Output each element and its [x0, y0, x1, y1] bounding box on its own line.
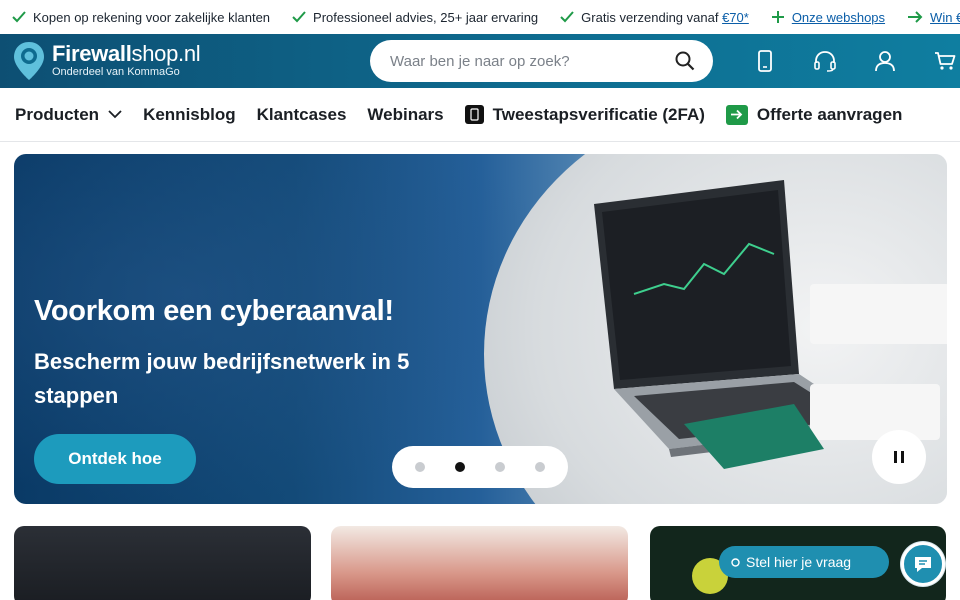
chat-button[interactable]: Stel hier je vraag — [719, 546, 889, 578]
nav-products[interactable]: Producten — [15, 105, 122, 125]
headset-icon — [814, 51, 836, 72]
nav-products-label: Producten — [15, 104, 100, 124]
carousel-dot[interactable] — [535, 462, 545, 472]
chat-bubble-button[interactable] — [901, 542, 945, 586]
webshops-link[interactable]: Onze webshops — [792, 10, 885, 25]
cart-button[interactable] — [915, 48, 960, 74]
nav-klantcases[interactable]: Klantcases — [257, 105, 347, 125]
usp-text: Professioneel advies, 25+ jaar ervaring — [313, 9, 539, 25]
logo[interactable]: Firewallshop.nl Onderdeel van KommaGo — [12, 40, 201, 82]
logo-rest: shop.nl — [131, 41, 201, 66]
logo-pin-icon — [14, 42, 44, 80]
hero-title: Voorkom een cyberaanval! — [34, 295, 394, 327]
check-icon — [292, 11, 306, 23]
hero-subtitle: Bescherm jouw bedrijfsnetwerk in 5 stapp… — [34, 349, 410, 408]
logo-subtitle: Onderdeel van KommaGo — [52, 66, 180, 78]
logo-bold: Firewall — [52, 41, 132, 66]
chat-status-icon — [731, 557, 740, 567]
usp-item: Kopen op rekening voor zakelijke klanten — [12, 10, 270, 25]
shipping-link[interactable]: €70* — [722, 10, 749, 25]
account-icon — [875, 51, 895, 72]
carousel-dot[interactable] — [495, 462, 505, 472]
phone-icon — [464, 105, 484, 124]
usp-item: Gratis verzending vanaf €70* — [560, 10, 749, 25]
hero-banner[interactable]: Voorkom een cyberaanval! Bescherm jouw b… — [14, 154, 947, 504]
search-icon[interactable] — [675, 51, 695, 71]
mobile-icon — [758, 50, 772, 72]
chat-icon — [915, 557, 931, 572]
usp-text: Gratis verzending vanaf — [581, 9, 723, 25]
cart-icon — [935, 52, 956, 70]
arrow-right-icon — [908, 11, 923, 23]
usp-bar: Kopen op rekening voor zakelijke klanten… — [0, 0, 960, 34]
nav-2fa-label: Tweestapsverificatie (2FA) — [492, 104, 705, 124]
carousel-dot[interactable] — [415, 462, 425, 472]
site-header: Firewallshop.nl Onderdeel van KommaGo Wa… — [0, 34, 960, 88]
content-card[interactable] — [331, 526, 628, 600]
nav-2fa[interactable]: Tweestapsverificatie (2FA) — [464, 104, 705, 125]
arrow-right-icon — [725, 104, 748, 125]
win-link[interactable]: Win € — [930, 10, 960, 25]
carousel-pause-button[interactable] — [872, 430, 926, 484]
chat-label: Stel hier je vraag — [746, 554, 852, 570]
carousel-dot-active[interactable] — [455, 462, 465, 472]
search-placeholder: Waar ben je naar op zoek? — [390, 52, 570, 70]
check-icon — [12, 11, 26, 23]
usp-item[interactable]: Win € — [907, 10, 960, 25]
search-input[interactable]: Waar ben je naar op zoek? — [370, 40, 713, 82]
check-icon — [560, 11, 574, 23]
usp-item[interactable]: Onze webshops — [771, 10, 885, 25]
nav-webinars[interactable]: Webinars — [367, 105, 443, 125]
usp-item: Professioneel advies, 25+ jaar ervaring — [292, 10, 538, 25]
laptop-illustration — [594, 180, 947, 469]
usp-text: Kopen op rekening voor zakelijke klanten — [33, 9, 271, 25]
content-card[interactable] — [14, 526, 311, 600]
account-button[interactable] — [855, 48, 915, 74]
chevron-down-icon — [108, 110, 122, 119]
nav-quote-label: Offerte aanvragen — [756, 104, 903, 124]
main-nav: Producten Kennisblog Klantcases Webinars… — [0, 88, 960, 142]
plus-icon — [771, 11, 784, 23]
support-button[interactable] — [795, 48, 855, 74]
nav-quote[interactable]: Offerte aanvragen — [725, 104, 903, 125]
nav-kennisblog[interactable]: Kennisblog — [143, 105, 236, 125]
pause-icon — [894, 451, 904, 463]
hero-cta-button[interactable]: Ontdek hoe — [34, 434, 196, 484]
mobile-button[interactable] — [735, 48, 795, 74]
carousel-pagination — [392, 446, 568, 488]
